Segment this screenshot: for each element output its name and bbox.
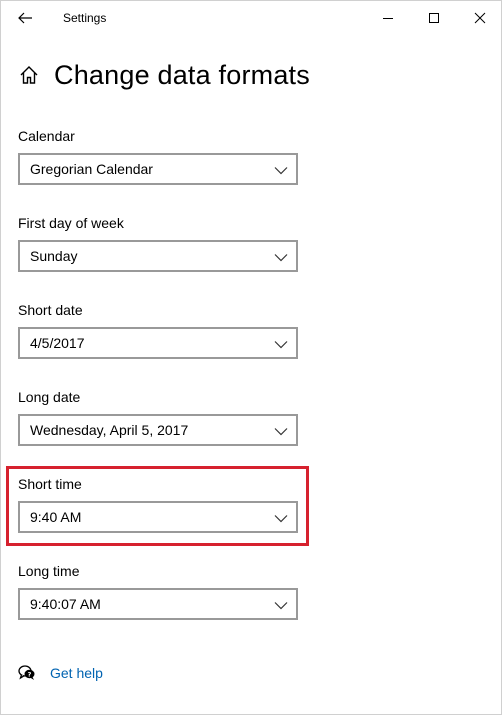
calendar-value: Gregorian Calendar (30, 161, 153, 177)
chevron-down-icon (274, 515, 288, 523)
short-time-label: Short time (18, 476, 82, 492)
close-icon (474, 12, 486, 24)
chevron-down-icon (274, 341, 288, 349)
page-header: Change data formats (18, 57, 310, 93)
home-icon[interactable] (18, 64, 40, 86)
chevron-down-icon (274, 602, 288, 610)
short-date-dropdown[interactable]: 4/5/2017 (18, 327, 298, 359)
back-arrow-icon (18, 12, 32, 24)
first-day-of-week-dropdown[interactable]: Sunday (18, 240, 298, 272)
window-title: Settings (63, 11, 107, 25)
short-time-value: 9:40 AM (30, 509, 82, 525)
short-time-dropdown[interactable]: 9:40 AM (18, 501, 298, 533)
first-day-of-week-label: First day of week (18, 215, 124, 231)
back-button[interactable] (1, 1, 49, 35)
chevron-down-icon (274, 254, 288, 262)
get-help-row[interactable]: ? Get help (18, 661, 103, 685)
svg-text:?: ? (28, 670, 32, 678)
maximize-icon (429, 13, 439, 23)
short-date-value: 4/5/2017 (30, 335, 85, 351)
long-time-value: 9:40:07 AM (30, 596, 101, 612)
first-day-of-week-value: Sunday (30, 248, 78, 264)
chevron-down-icon (274, 428, 288, 436)
close-button[interactable] (457, 1, 502, 35)
page-title: Change data formats (54, 59, 310, 90)
minimize-button[interactable] (365, 1, 411, 35)
long-date-value: Wednesday, April 5, 2017 (30, 422, 189, 438)
help-chat-icon: ? (18, 665, 35, 680)
settings-window: Settings Change data formats Calendar Gr (0, 0, 502, 715)
long-time-label: Long time (18, 563, 80, 579)
calendar-label: Calendar (18, 128, 75, 144)
maximize-button[interactable] (411, 1, 457, 35)
calendar-dropdown[interactable]: Gregorian Calendar (18, 153, 298, 185)
chevron-down-icon (274, 167, 288, 175)
title-bar: Settings (1, 1, 501, 35)
get-help-link[interactable]: Get help (50, 665, 103, 681)
long-date-dropdown[interactable]: Wednesday, April 5, 2017 (18, 414, 298, 446)
short-date-label: Short date (18, 302, 83, 318)
minimize-icon (383, 18, 393, 19)
long-time-dropdown[interactable]: 9:40:07 AM (18, 588, 298, 620)
long-date-label: Long date (18, 389, 81, 405)
